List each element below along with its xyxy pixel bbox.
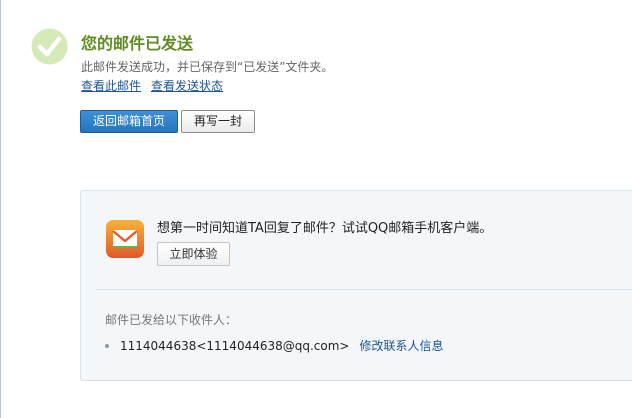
compose-another-button[interactable]: 再写一封: [181, 110, 255, 133]
bullet-icon: [105, 343, 109, 348]
edit-contact-link[interactable]: 修改联系人信息: [359, 339, 443, 353]
qq-mail-app-icon: [106, 220, 144, 258]
view-status-link[interactable]: 查看发送状态: [151, 79, 223, 93]
promo-text: 想第一时间知道TA回复了邮件？试试QQ邮箱手机客户端。: [157, 221, 493, 236]
mail-sent-page: 您的邮件已发送 此邮件发送成功，并已保存到“已发送”文件夹。 查看此邮件 查看发送…: [0, 0, 632, 418]
result-links: 查看此邮件 查看发送状态: [81, 77, 233, 94]
recipient-item: 1114044638<1114044638@qq.com> 修改联系人信息: [105, 337, 444, 354]
try-now-button[interactable]: 立即体验: [157, 242, 230, 266]
page-title: 您的邮件已发送: [81, 34, 194, 53]
back-to-inbox-button[interactable]: 返回邮箱首页: [80, 110, 178, 133]
recipients-label: 邮件已发给以下收件人：: [105, 313, 238, 327]
check-circle-icon: [31, 28, 68, 65]
recipient-email: 1114044638<1114044638@qq.com>: [120, 339, 350, 353]
success-message: 此邮件发送成功，并已保存到“已发送”文件夹。: [81, 60, 334, 74]
view-mail-link[interactable]: 查看此邮件: [81, 79, 141, 93]
left-border: [0, 0, 1, 418]
panel-divider: [96, 289, 632, 290]
